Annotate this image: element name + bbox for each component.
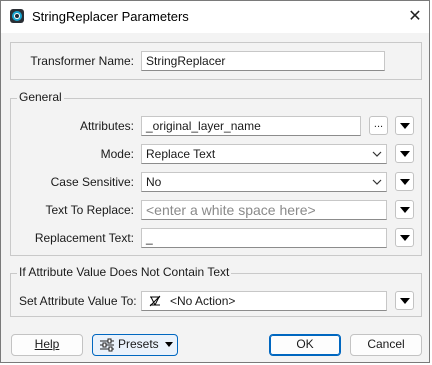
- sliders-icon: [100, 338, 114, 352]
- chevron-down-icon: [372, 179, 382, 185]
- presets-button[interactable]: Presets: [92, 334, 178, 356]
- help-label: Help: [34, 337, 60, 351]
- text-to-replace-label: Text To Replace:: [45, 203, 135, 217]
- chevron-down-icon: [400, 179, 410, 185]
- text-to-replace-input[interactable]: <enter a white space here>: [141, 200, 387, 220]
- cancel-button[interactable]: Cancel: [350, 334, 422, 356]
- chevron-down-icon: [400, 235, 410, 241]
- case-sensitive-select[interactable]: No: [141, 172, 387, 192]
- attributes-label: Attributes:: [79, 119, 134, 133]
- attributes-menu-button[interactable]: [395, 116, 414, 135]
- replacement-text-label: Replacement Text:: [34, 231, 134, 245]
- set-value-label: Set Attribute Value To:: [19, 294, 137, 308]
- set-value-text: <No Action>: [170, 294, 236, 308]
- transformer-name-input[interactable]: StringReplacer: [141, 51, 385, 71]
- text-to-replace-menu-button[interactable]: [395, 200, 414, 219]
- attributes-browse-button[interactable]: ...: [369, 116, 388, 135]
- dialog-title: StringReplacer Parameters: [32, 9, 189, 24]
- close-icon[interactable]: ✕: [405, 7, 425, 27]
- set-value-menu-button[interactable]: [395, 291, 414, 310]
- transformer-name-label: Transformer Name:: [30, 54, 134, 68]
- mode-menu-button[interactable]: [395, 144, 414, 163]
- case-sensitive-value: No: [146, 175, 162, 189]
- attributes-input[interactable]: _original_layer_name: [141, 116, 361, 136]
- presets-label: Presets: [118, 337, 159, 351]
- fallback-legend: If Attribute Value Does Not Contain Text: [17, 265, 232, 279]
- title-bar: StringReplacer Parameters ✕: [1, 1, 429, 33]
- chevron-down-icon: [165, 342, 173, 347]
- chevron-down-icon: [372, 151, 382, 157]
- case-sensitive-menu-button[interactable]: [395, 172, 414, 191]
- chevron-down-icon: [400, 123, 410, 129]
- no-action-icon: [149, 295, 161, 307]
- general-legend: General: [17, 90, 64, 104]
- case-sensitive-label: Case Sensitive:: [50, 175, 134, 189]
- mode-label: Mode:: [100, 147, 134, 161]
- chevron-down-icon: [400, 298, 410, 304]
- help-button[interactable]: Help: [11, 334, 83, 356]
- replacement-text-menu-button[interactable]: [395, 228, 414, 247]
- replacement-text-input[interactable]: _: [141, 228, 387, 248]
- mode-value: Replace Text: [146, 147, 216, 161]
- mode-select[interactable]: Replace Text: [141, 144, 387, 164]
- chevron-down-icon: [400, 151, 410, 157]
- chevron-down-icon: [400, 207, 410, 213]
- fme-app-icon: [10, 9, 24, 23]
- set-value-field[interactable]: <No Action>: [141, 291, 387, 311]
- ok-button[interactable]: OK: [269, 334, 341, 356]
- dialog-window: StringReplacer Parameters ✕ Transformer …: [0, 0, 430, 363]
